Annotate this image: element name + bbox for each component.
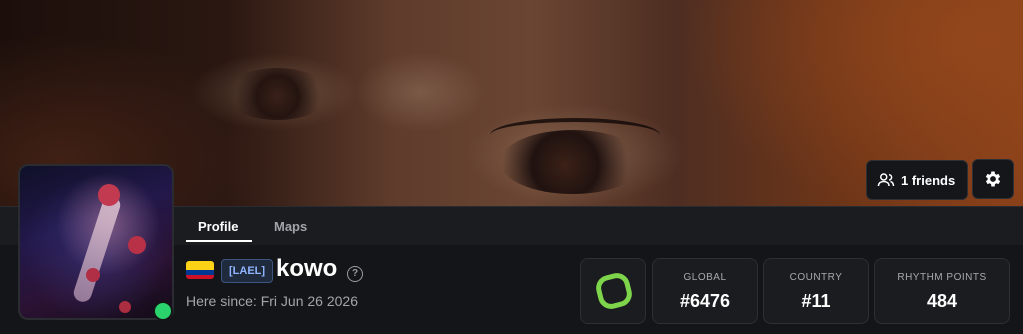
rank-ring-icon bbox=[580, 258, 646, 324]
help-icon[interactable]: ? bbox=[347, 266, 363, 282]
profile-card: 1 friends Profile Maps [LAEL] kowo ? Her… bbox=[0, 0, 1023, 334]
username: kowo bbox=[276, 255, 338, 282]
global-rank-card: GLOBAL #6476 bbox=[652, 258, 758, 324]
country-rank-value: #11 bbox=[801, 291, 831, 311]
friends-button[interactable]: 1 friends bbox=[866, 160, 968, 200]
friends-icon bbox=[877, 173, 895, 187]
country-rank-card: COUNTRY #11 bbox=[763, 258, 869, 324]
banner-lash bbox=[490, 118, 660, 152]
gear-icon bbox=[985, 171, 1001, 187]
clan-tag[interactable]: [LAEL] bbox=[221, 259, 274, 283]
banner-eye-left bbox=[225, 68, 330, 120]
rhythm-points-label: RHYTHM POINTS bbox=[897, 272, 987, 283]
avatar[interactable] bbox=[18, 164, 174, 320]
friends-label: 1 friends bbox=[901, 173, 956, 188]
online-status-indicator bbox=[153, 301, 173, 321]
settings-button[interactable] bbox=[972, 159, 1014, 199]
global-rank-label: GLOBAL bbox=[683, 272, 727, 283]
tab-maps[interactable]: Maps bbox=[274, 219, 307, 234]
tab-profile[interactable]: Profile bbox=[198, 219, 238, 234]
active-tab-indicator bbox=[186, 240, 252, 242]
rhythm-points-value: 484 bbox=[926, 291, 958, 311]
country-rank-label: COUNTRY bbox=[789, 272, 843, 283]
colombia-flag-icon bbox=[186, 261, 214, 279]
rhythm-points-card: RHYTHM POINTS 484 bbox=[874, 258, 1010, 324]
global-rank-value: #6476 bbox=[679, 291, 731, 311]
member-since: Here since: Fri Jun 26 2026 bbox=[186, 293, 358, 309]
